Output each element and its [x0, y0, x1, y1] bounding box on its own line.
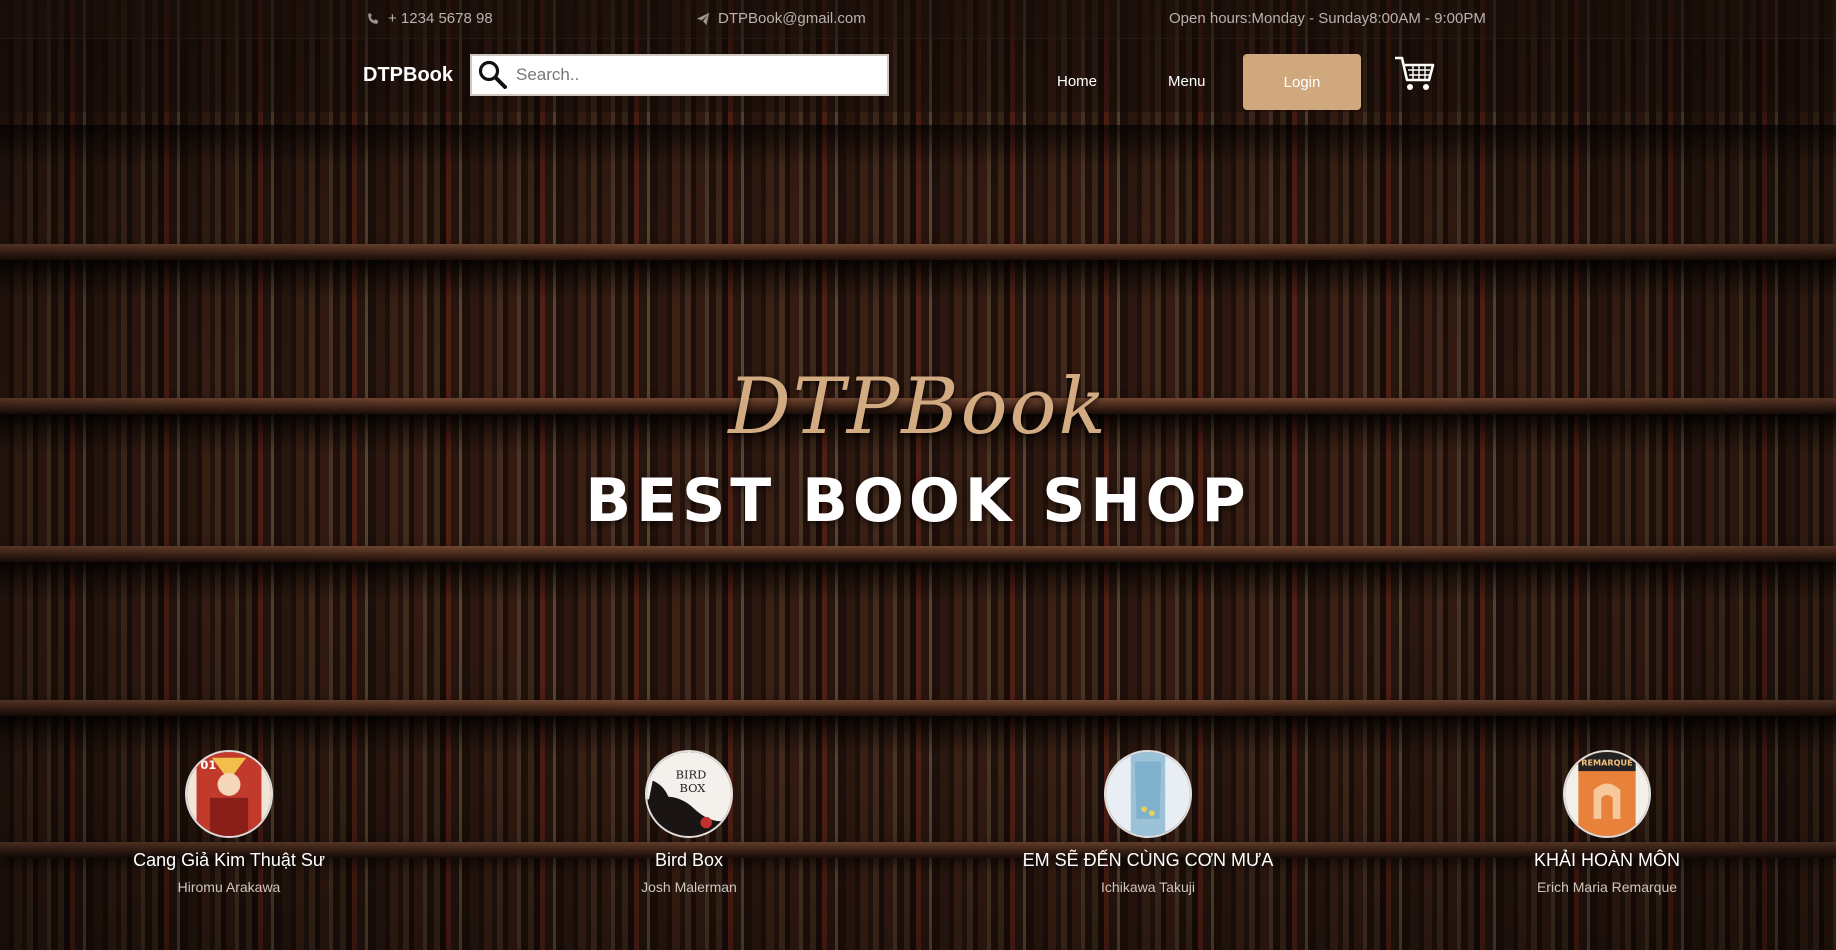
brand-logo[interactable]: DTPBook: [363, 64, 453, 87]
main-navbar: DTPBook Home Menu Login: [0, 38, 1836, 112]
book-cover[interactable]: BIRD BOX: [645, 750, 733, 838]
hero-script-title: DTPBook: [728, 362, 1108, 452]
book-author: Josh Malerman: [641, 879, 737, 895]
book-cover-art: BIRD BOX: [647, 752, 731, 836]
email-info: DTPBook@gmail.com: [696, 10, 866, 27]
phone-number: + 1234 5678 98: [388, 10, 493, 27]
shopping-cart-icon[interactable]: [1393, 52, 1437, 96]
book-title[interactable]: Bird Box: [459, 850, 919, 871]
book-cover-art: 01: [187, 752, 271, 836]
svg-text:BIRD: BIRD: [676, 768, 707, 782]
open-hours-text: Open hours:Monday - Sunday8:00AM - 9:00P…: [1169, 10, 1486, 27]
book-cover[interactable]: REMARQUE: [1563, 750, 1651, 838]
book-author: Ichikawa Takuji: [1101, 879, 1195, 895]
book-cover[interactable]: 01: [185, 750, 273, 838]
svg-text:BOX: BOX: [679, 781, 706, 795]
hero-headline: BEST BOOK SHOP: [585, 466, 1251, 536]
book-card[interactable]: REMARQUE KHẢI HOÀN MÔN Erich Maria Remar…: [1377, 748, 1836, 895]
svg-text:01: 01: [200, 758, 216, 772]
search-box[interactable]: [470, 54, 889, 96]
book-cover-art: REMARQUE: [1565, 752, 1649, 836]
search-input[interactable]: [514, 64, 878, 86]
nav-link-home[interactable]: Home: [1057, 73, 1097, 90]
book-author: Hiromu Arakawa: [177, 879, 281, 895]
email-address: DTPBook@gmail.com: [718, 10, 866, 27]
open-hours: Open hours:Monday - Sunday8:00AM - 9:00P…: [1169, 10, 1486, 27]
book-author: Erich Maria Remarque: [1536, 879, 1678, 895]
book-cover-art: [1106, 752, 1190, 836]
svg-text:REMARQUE: REMARQUE: [1581, 757, 1632, 767]
book-cover[interactable]: [1104, 750, 1192, 838]
phone-icon: [368, 12, 378, 24]
book-card[interactable]: 01 Cang Giả Kim Thuật Sư Hiromu Arakawa: [0, 748, 459, 895]
search-icon[interactable]: [476, 58, 510, 92]
phone-info: + 1234 5678 98: [366, 10, 493, 27]
login-button[interactable]: Login: [1243, 54, 1361, 110]
book-title[interactable]: KHẢI HOÀN MÔN: [1377, 850, 1836, 871]
book-title[interactable]: Cang Giả Kim Thuật Sư: [0, 850, 459, 871]
book-card[interactable]: EM SẼ ĐẾN CÙNG CƠN MƯA Ichikawa Takuji: [918, 748, 1378, 895]
top-info-bar: + 1234 5678 98 DTPBook@gmail.com Open ho…: [0, 0, 1836, 39]
nav-link-menu[interactable]: Menu: [1168, 73, 1206, 90]
book-title[interactable]: EM SẼ ĐẾN CÙNG CƠN MƯA: [918, 850, 1378, 871]
book-card[interactable]: BIRD BOX Bird Box Josh Malerman: [459, 748, 919, 895]
paper-plane-icon: [696, 12, 710, 25]
